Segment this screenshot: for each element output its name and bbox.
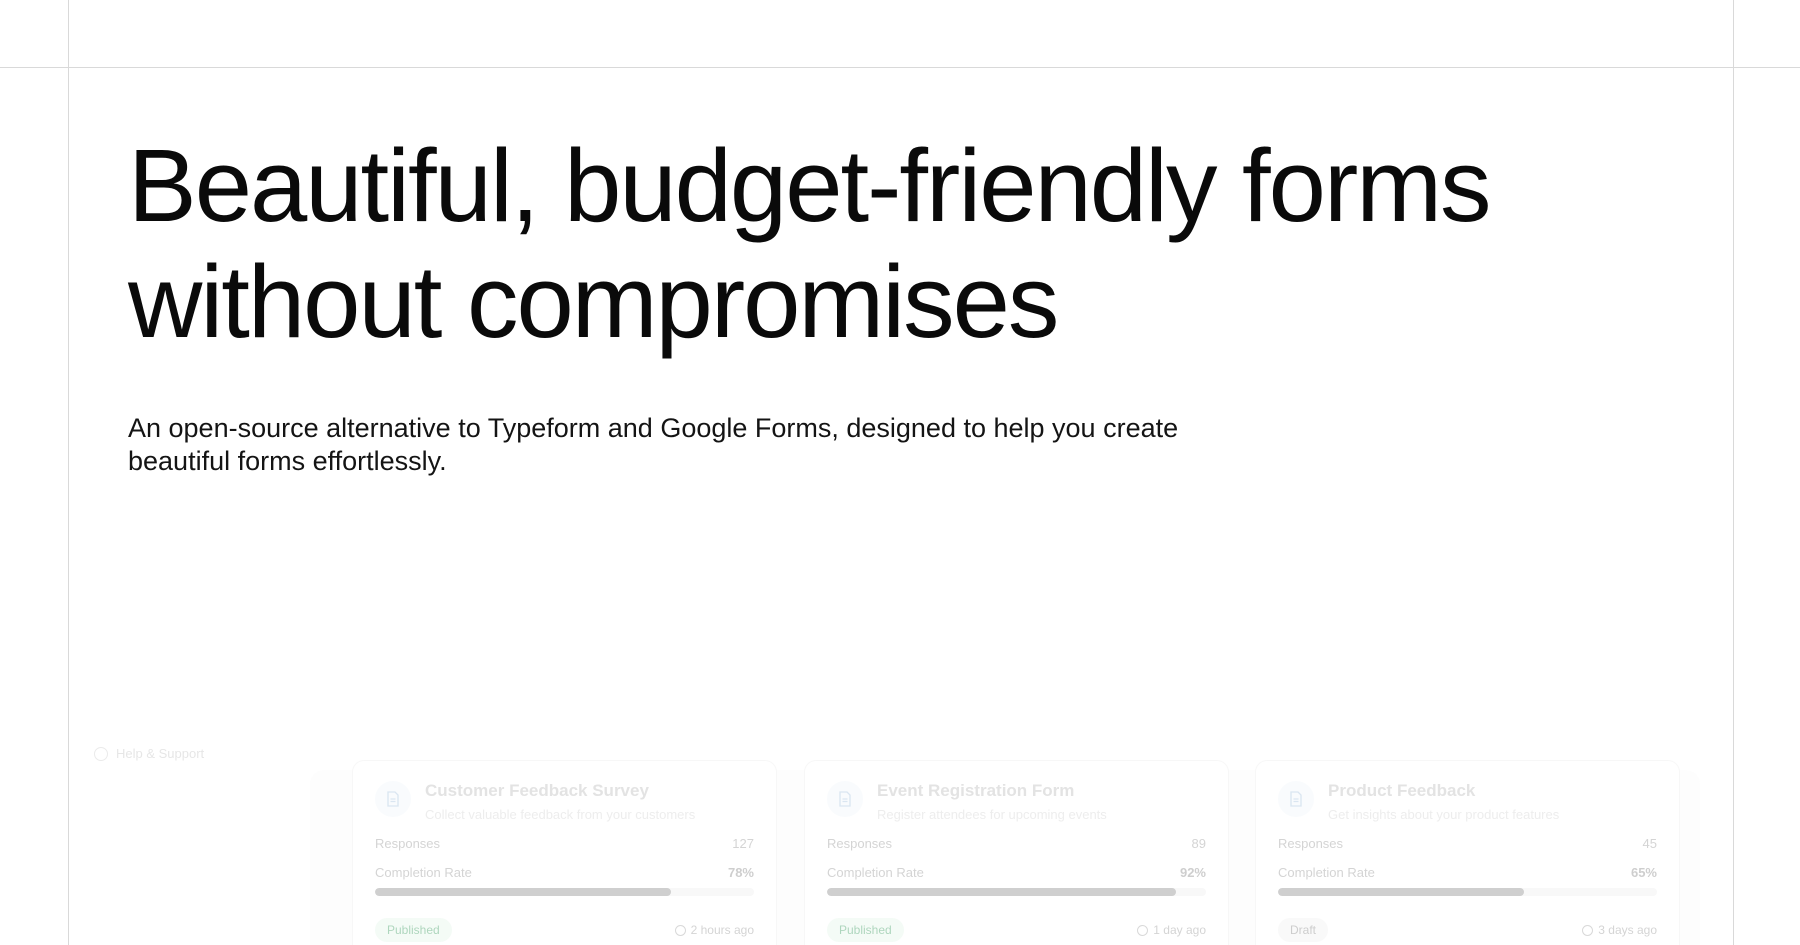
status-badge: Published: [375, 918, 452, 942]
document-icon: [375, 781, 411, 817]
updated-text: 2 hours ago: [690, 923, 754, 937]
form-title: Product Feedback: [1328, 781, 1476, 800]
completion-value: 92%: [1179, 865, 1206, 880]
clock-icon: [674, 924, 686, 936]
updated-time: 1 day ago: [1137, 923, 1206, 937]
hero-subtitle: An open-source alternative to Typeform a…: [128, 413, 1179, 476]
hero-section: Beautiful, budget-friendly forms without…: [128, 128, 1688, 478]
form-description: Get insights about your product features: [1328, 807, 1560, 822]
completion-value: 65%: [1630, 865, 1657, 880]
sidebar-help-support[interactable]: Help & Support: [94, 746, 204, 761]
guide-line-right: [1733, 0, 1734, 945]
completion-label: Completion Rate: [375, 865, 472, 880]
form-title: Customer Feedback Survey: [425, 781, 649, 800]
completion-progress-bar: [827, 888, 1206, 896]
progress-fill: [827, 888, 1176, 896]
progress-fill: [1278, 888, 1525, 896]
updated-text: 1 day ago: [1153, 923, 1206, 937]
completion-value: 78%: [727, 865, 754, 880]
hero-title-line-1: Beautiful, budget-friendly forms: [128, 128, 1492, 243]
responses-row: Responses 45: [1278, 836, 1657, 851]
form-card-event-registration[interactable]: Event Registration Form Register attende…: [804, 760, 1229, 945]
completion-label: Completion Rate: [1278, 865, 1375, 880]
completion-progress-bar: [1278, 888, 1657, 896]
header-divider: [0, 67, 1800, 68]
document-icon: [1278, 781, 1314, 817]
help-icon: [94, 746, 108, 761]
responses-value: 89: [1191, 836, 1206, 851]
form-card-product-feedback[interactable]: Product Feedback Get insights about your…: [1255, 760, 1680, 945]
responses-label: Responses: [1278, 836, 1344, 851]
hero-title: Beautiful, budget-friendly forms without…: [128, 128, 1688, 360]
form-card-customer-feedback[interactable]: Customer Feedback Survey Collect valuabl…: [352, 760, 777, 945]
document-icon: [827, 781, 863, 817]
updated-text: 3 days ago: [1598, 923, 1657, 937]
status-badge: Draft: [1278, 918, 1329, 942]
form-title: Event Registration Form: [877, 781, 1075, 800]
responses-value: 127: [732, 836, 754, 851]
form-description: Collect valuable feedback from your cust…: [425, 807, 696, 822]
completion-row: Completion Rate 65%: [1278, 865, 1657, 880]
clock-icon: [1137, 924, 1149, 936]
help-label: Help & Support: [116, 746, 205, 761]
hero-title-line-2: without compromises: [128, 244, 1059, 359]
responses-label: Responses: [375, 836, 441, 851]
completion-row: Completion Rate 78%: [375, 865, 754, 880]
responses-value: 45: [1642, 836, 1657, 851]
status-badge: Published: [827, 918, 904, 942]
completion-row: Completion Rate 92%: [827, 865, 1206, 880]
updated-time: 2 hours ago: [674, 923, 754, 937]
guide-line-left: [68, 0, 69, 945]
updated-time: 3 days ago: [1582, 923, 1657, 937]
responses-row: Responses 127: [375, 836, 754, 851]
responses-label: Responses: [827, 836, 893, 851]
progress-fill: [375, 888, 671, 896]
dashboard-preview: Help & Support Customer Feedback Survey …: [70, 730, 1730, 945]
responses-row: Responses 89: [827, 836, 1206, 851]
completion-label: Completion Rate: [827, 865, 924, 880]
clock-icon: [1582, 924, 1594, 936]
form-description: Register attendees for upcoming events: [877, 807, 1107, 822]
landing-page: Beautiful, budget-friendly forms without…: [0, 0, 1800, 945]
completion-progress-bar: [375, 888, 754, 896]
